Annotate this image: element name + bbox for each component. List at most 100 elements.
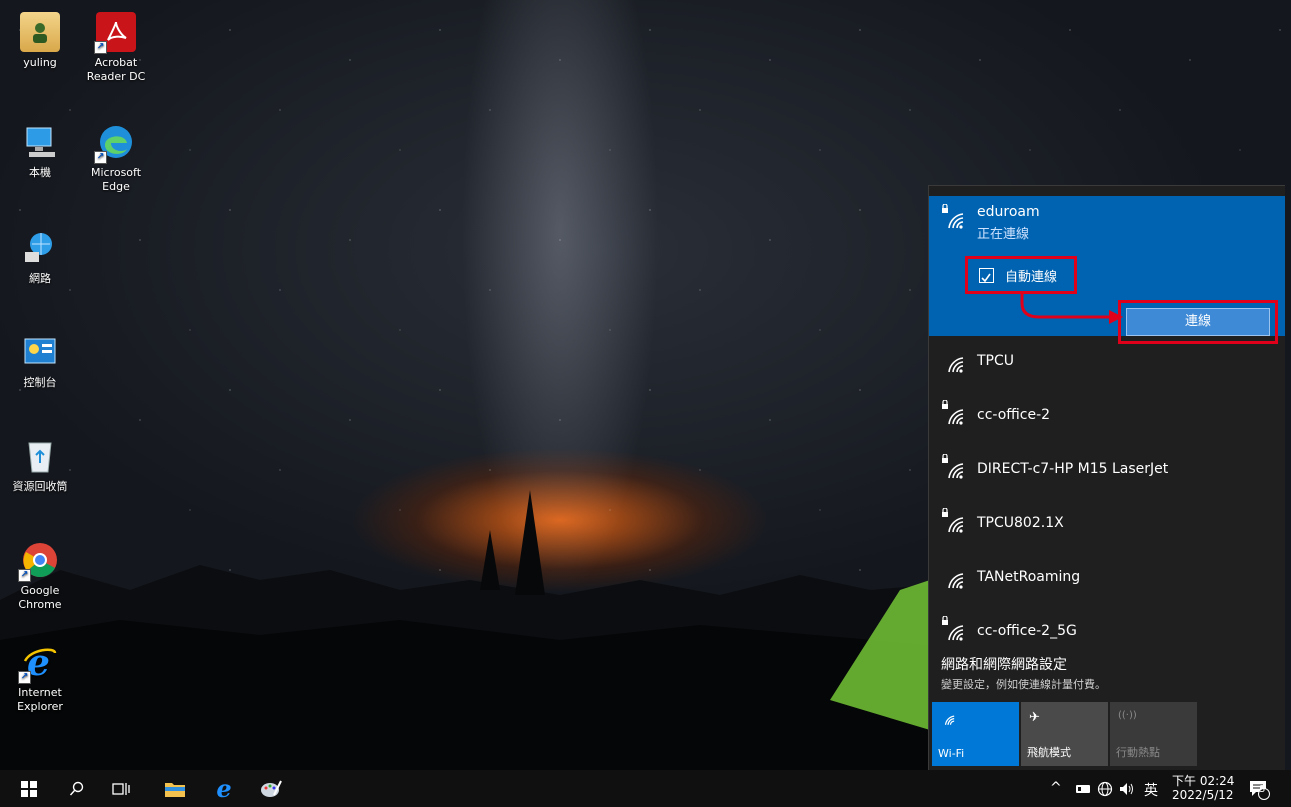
search-icon (69, 781, 84, 795)
wifi-secured-icon (942, 454, 964, 479)
wifi-secured-icon (942, 508, 964, 533)
tray-overflow-chevron[interactable]: ^ (1050, 780, 1062, 796)
selected-network-name: eduroam (977, 204, 1040, 220)
start-button[interactable] (14, 770, 44, 807)
airplane-icon: ✈ (1029, 710, 1040, 725)
wifi-secured-icon (942, 204, 964, 229)
globe-icon (1097, 781, 1113, 796)
shortcut-arrow-icon: ↗ (18, 569, 31, 582)
taskbar-paint[interactable] (256, 770, 286, 807)
desktop-icon-label-2: Explorer (17, 700, 63, 713)
wifi-open-icon (948, 357, 964, 373)
desktop-icon-chrome[interactable]: ↗ Google Chrome (5, 540, 75, 612)
recycle-bin-icon (20, 436, 60, 476)
desktop-icon-user[interactable]: yuling (5, 12, 75, 70)
desktop-icon-label: Microsoft (90, 166, 142, 179)
network-item[interactable]: TPCU802.1X (929, 498, 1285, 552)
desktop-icon-label: yuling (23, 56, 57, 69)
clock-time[interactable]: 下午 02:24 (1172, 772, 1234, 789)
desktop-icon-label: 控制台 (23, 376, 57, 389)
desktop-icon-label-2: Chrome (18, 598, 62, 611)
taskbar-ie[interactable]: e (209, 770, 239, 807)
quick-action-label: 行動熱點 (1116, 746, 1160, 759)
user-folder-icon (20, 12, 60, 52)
volume-icon (1120, 782, 1133, 795)
network-item-selected[interactable]: eduroam 正在連線 自動連線 連線 (929, 196, 1285, 344)
taskbar: e ^ 英 下午 02:24 2022/5/12 3 (0, 770, 1291, 807)
quick-action-label: 飛航模式 (1027, 746, 1071, 759)
folder-icon (165, 782, 185, 797)
desktop-icon-recycle-bin[interactable]: 資源回收筒 (5, 436, 75, 494)
network-settings-link[interactable]: 網路和網際網路設定 (941, 654, 1067, 674)
quick-action-airplane[interactable]: ✈ 飛航模式 (1021, 702, 1108, 766)
clock-date[interactable]: 2022/5/12 (1172, 788, 1234, 802)
acrobat-icon: ↗ (94, 12, 136, 54)
ie-icon: e (216, 774, 232, 803)
quick-action-label: Wi-Fi (938, 747, 965, 760)
network-name: cc-office-2_5G (977, 623, 1077, 639)
notification-count: 3 (1259, 784, 1266, 795)
edge-icon: ↗ (94, 122, 136, 164)
shortcut-arrow-icon: ↗ (94, 41, 107, 54)
desktop-icon-control-panel[interactable]: 控制台 (5, 332, 75, 390)
network-item[interactable]: TPCU (929, 336, 1285, 390)
desktop-icon-label-2: Edge (102, 180, 130, 193)
quick-action-wifi[interactable]: Wi-Fi (932, 702, 1019, 766)
selected-network-status: 正在連線 (977, 227, 1030, 242)
auto-connect-highlight: 自動連線 (965, 256, 1077, 294)
auto-connect-label: 自動連線 (1005, 270, 1058, 285)
desktop-icon-label: 資源回收筒 (12, 480, 68, 493)
network-name: DIRECT-c7-HP M15 LaserJet (977, 461, 1169, 477)
quick-action-hotspot[interactable]: ((·)) 行動熱點 (1110, 702, 1197, 766)
wifi-secured-icon (942, 616, 964, 641)
this-pc-icon (20, 122, 60, 162)
taskbar-file-explorer[interactable] (160, 770, 190, 807)
network-name: TPCU (977, 353, 1015, 369)
network-item[interactable]: cc-office-2 (929, 390, 1285, 444)
ie-icon: e ↗ (18, 642, 60, 684)
network-item[interactable]: TANetRoaming (929, 552, 1285, 606)
windows-logo-icon (21, 780, 37, 797)
wifi-icon (944, 715, 955, 725)
hotspot-icon: ((·)) (1118, 710, 1137, 721)
network-name: cc-office-2 (977, 407, 1051, 423)
desktop-icon-label-2: Reader DC (86, 70, 146, 83)
input-language-indicator[interactable]: 英 (1144, 780, 1158, 800)
wifi-secured-icon (942, 400, 964, 425)
action-center-button[interactable]: 3 (1246, 770, 1272, 807)
network-settings-subtitle: 變更設定，例如使連線計量付費。 (941, 678, 1106, 691)
task-view-icon (112, 782, 130, 795)
desktop-icon-label: 本機 (29, 166, 51, 179)
tray-network[interactable] (1072, 770, 1094, 807)
search-button[interactable] (62, 770, 92, 807)
checkmark-icon (981, 273, 991, 283)
chrome-icon: ↗ (18, 540, 60, 582)
network-name: TPCU802.1X (977, 515, 1064, 531)
network-item[interactable]: cc-office-2_5G (929, 606, 1285, 660)
control-panel-icon (20, 332, 60, 372)
shortcut-arrow-icon: ↗ (94, 151, 107, 164)
tray-volume[interactable] (1116, 770, 1138, 807)
network-status-icon (1076, 784, 1090, 793)
task-view-button[interactable] (106, 770, 136, 807)
auto-connect-checkbox[interactable] (979, 268, 994, 283)
desktop-icon-edge[interactable]: ↗ Microsoft Edge (81, 122, 151, 194)
wifi-flyout-panel: eduroam 正在連線 自動連線 連線 TPCU cc-office-2 DI… (928, 185, 1285, 771)
desktop-icon-this-pc[interactable]: 本機 (5, 122, 75, 180)
desktop-icon-acrobat[interactable]: ↗ Acrobat Reader DC (81, 12, 151, 84)
annotation-arrow (1020, 293, 1123, 324)
paint-icon (261, 780, 282, 797)
desktop-icon-network[interactable]: 網路 (5, 228, 75, 286)
network-name: TANetRoaming (977, 569, 1081, 585)
desktop-icon-ie[interactable]: e ↗ Internet Explorer (5, 642, 75, 714)
desktop-icon-label: Acrobat (94, 56, 138, 69)
wifi-open-icon (948, 573, 964, 589)
tray-globe[interactable] (1094, 770, 1116, 807)
connect-button[interactable]: 連線 (1126, 308, 1270, 336)
desktop-icon-label: 網路 (29, 272, 51, 285)
desktop-icon-label: Google (20, 584, 60, 597)
network-icon (20, 228, 60, 268)
shortcut-arrow-icon: ↗ (18, 671, 31, 684)
network-item[interactable]: DIRECT-c7-HP M15 LaserJet (929, 444, 1285, 498)
desktop-icon-label: Internet (18, 686, 62, 699)
